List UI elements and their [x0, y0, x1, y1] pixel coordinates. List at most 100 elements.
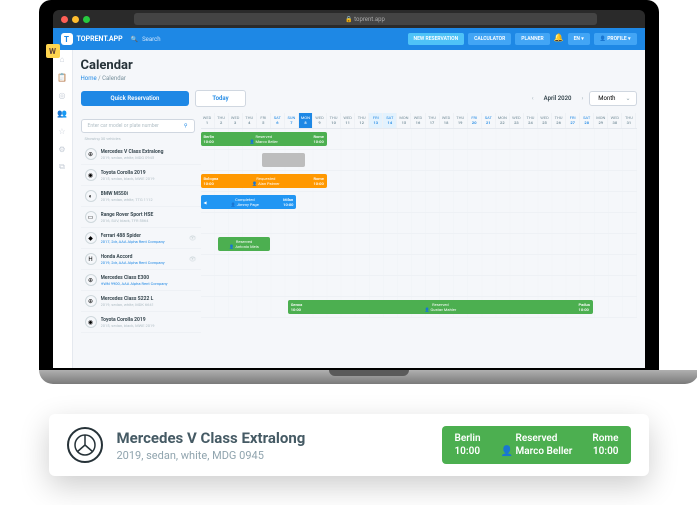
global-search[interactable]: 🔍 Search: [131, 36, 251, 43]
vehicle-meta: 2016, SUV, black, TFR 5864: [101, 218, 197, 223]
calendar-day[interactable]: WED23: [510, 113, 524, 128]
calendar-day[interactable]: WED9: [313, 113, 327, 128]
next-month-icon[interactable]: ›: [581, 95, 583, 102]
prev-month-icon[interactable]: ‹: [532, 95, 534, 102]
calendar-day[interactable]: MON29: [594, 113, 608, 128]
reservation-bar[interactable]: ◀Completed👤 Jimmy PageMilan10:00: [201, 195, 297, 209]
sidebar-gear-icon[interactable]: ⚙: [57, 144, 67, 154]
calendar-day[interactable]: WED30: [608, 113, 622, 128]
calendar-row[interactable]: [201, 213, 637, 234]
calendar-row[interactable]: Reserved👤 Antonio Meis: [201, 234, 637, 255]
calendar-day[interactable]: FRI27: [566, 113, 580, 128]
vehicle-row[interactable]: ⊕Mercedes Class S222 L2019, sedan, white…: [81, 291, 201, 312]
view-select[interactable]: Month: [589, 91, 636, 106]
window-maximize-icon[interactable]: [83, 16, 90, 23]
detail-vehicle-name: Mercedes V Class Extralong: [117, 429, 429, 447]
vehicle-row[interactable]: ◉Toyota Corolla 20192015, sedan, black, …: [81, 312, 201, 333]
calendar-row[interactable]: Berlin10:00Reserved👤 Marco BellerRome10:…: [201, 129, 637, 150]
calendar-day[interactable]: SAT14: [383, 113, 397, 128]
reservation-bar[interactable]: Reserved👤 Antonio Meis: [218, 237, 270, 251]
language-select[interactable]: EN ▾: [568, 33, 590, 45]
url-bar[interactable]: 🔒 toprent.app: [134, 13, 597, 25]
calendar-day[interactable]: THU31: [622, 113, 636, 128]
sidebar-clipboard-icon[interactable]: 📋: [57, 72, 67, 82]
window-minimize-icon[interactable]: [72, 16, 79, 23]
vehicle-row[interactable]: ◆Ferrari 488 Spider2017, 2dr, AAA Alpha …: [81, 228, 201, 249]
sidebar-steering-icon[interactable]: ◎: [57, 90, 67, 100]
window-close-icon[interactable]: [61, 16, 68, 23]
reservation-bar[interactable]: [262, 153, 306, 167]
breadcrumb: Home / Calendar: [81, 75, 637, 82]
laptop-base: [39, 370, 697, 384]
calendar-day[interactable]: SAT21: [482, 113, 496, 128]
calendar-day[interactable]: THU4: [243, 113, 257, 128]
calendar-day[interactable]: MON22: [496, 113, 510, 128]
vehicle-meta: HWN 9900, AAA Alpha Rent Company: [101, 281, 197, 286]
reservation-bar[interactable]: Genoa10:00Reserved👤 Gustav MahlerPadua10…: [288, 300, 593, 314]
calendar-day[interactable]: FRI20: [468, 113, 482, 128]
brand-logo-icon: H: [85, 253, 97, 265]
calendar-day[interactable]: SAT6: [271, 113, 285, 128]
mercedes-logo-icon: [67, 427, 103, 463]
calculator-button[interactable]: CALCULATOR: [468, 33, 511, 45]
brand-logo-icon: ▭: [85, 211, 97, 223]
calendar-day[interactable]: WED11: [341, 113, 355, 128]
calendar-row[interactable]: Genoa10:00Reserved👤 Gustav MahlerPadua10…: [201, 297, 637, 318]
calendar-day[interactable]: THU2: [215, 113, 229, 128]
filter-icon[interactable]: ⚲: [184, 123, 188, 129]
reservation-bar[interactable]: Berlin10:00Reserved👤 Marco BellerRome10:…: [201, 132, 327, 146]
calendar-day[interactable]: THU12: [355, 113, 369, 128]
calendar-day[interactable]: FRI13: [369, 113, 383, 128]
calendar-day[interactable]: MON15: [397, 113, 411, 128]
app-logo[interactable]: T TOPRENT.APP: [61, 33, 123, 45]
vehicle-row[interactable]: ◉Toyota Corolla 20192015, sedan, black, …: [81, 165, 201, 186]
browser-chrome: 🔒 toprent.app: [53, 10, 645, 28]
calendar-day[interactable]: FRI5: [257, 113, 271, 128]
calendar-day[interactable]: SAT28: [580, 113, 594, 128]
calendar-day[interactable]: THU24: [524, 113, 538, 128]
calendar-day[interactable]: THU17: [426, 113, 440, 128]
calendar-row[interactable]: Bologna10:00Requested👤 Alan PalmerRome10…: [201, 171, 637, 192]
vehicle-row[interactable]: HHonda Accord2019, 2dr, AAA Alpha Rent C…: [81, 249, 201, 270]
profile-menu[interactable]: 👤 PROFILE ▾: [594, 33, 637, 45]
calendar-day[interactable]: THU10: [327, 113, 341, 128]
sidebar-star-icon[interactable]: ☆: [57, 126, 67, 136]
vehicle-count: Showing 30 vehicles: [85, 136, 201, 141]
visibility-icon[interactable]: 👁: [189, 256, 197, 263]
calendar-day[interactable]: MON8: [299, 113, 313, 128]
visibility-icon[interactable]: 👁: [189, 235, 197, 242]
sidebar-users-icon[interactable]: 👥: [57, 108, 67, 118]
calendar-day[interactable]: WED3: [229, 113, 243, 128]
vehicle-search-input[interactable]: Enter car model or plate number ⚲: [81, 119, 195, 133]
reservation-bar[interactable]: Bologna10:00Requested👤 Alan PalmerRome10…: [201, 174, 327, 188]
notifications-icon[interactable]: 🔔: [554, 33, 564, 45]
calendar-day[interactable]: WED25: [538, 113, 552, 128]
calendar-day[interactable]: SUN7: [285, 113, 299, 128]
calendar-row[interactable]: [201, 255, 637, 276]
calendar-day[interactable]: WED18: [440, 113, 454, 128]
calendar-row[interactable]: [201, 150, 637, 171]
calendar-day[interactable]: WED1: [201, 113, 215, 128]
detail-reservation-bar[interactable]: Berlin 10:00 Reserved 👤 Marco Beller Rom…: [442, 426, 630, 464]
vehicle-row[interactable]: ◐BMW M550i2019, sedan, white, TTG 1112: [81, 186, 201, 207]
search-icon: 🔍: [131, 36, 138, 43]
vehicle-row[interactable]: ⊕Mercedes V Class Extralong2019, sedan, …: [81, 144, 201, 165]
brand-logo-icon: ◐: [85, 190, 97, 202]
quick-reservation-button[interactable]: Quick Reservation: [81, 91, 190, 106]
sidebar-copy-icon[interactable]: ⧉: [57, 162, 67, 172]
vehicle-row[interactable]: ⊕Mercedes Class E300HWN 9900, AAA Alpha …: [81, 270, 201, 291]
workspace-badge[interactable]: W: [53, 44, 60, 58]
vehicle-meta: 2015, sedan, black, MWE 2019: [101, 176, 197, 181]
calendar-row[interactable]: ◀Completed👤 Jimmy PageMilan10:00: [201, 192, 637, 213]
calendar-day[interactable]: THU19: [454, 113, 468, 128]
planner-button[interactable]: PLANNER: [515, 33, 549, 45]
calendar-day[interactable]: WED16: [411, 113, 425, 128]
vehicle-meta: 2017, 2dr, AAA Alpha Rent Company: [101, 239, 185, 244]
breadcrumb-home[interactable]: Home: [81, 75, 97, 82]
vehicle-row[interactable]: ▭Range Rover Sport HSE2016, SUV, black, …: [81, 207, 201, 228]
calendar-day[interactable]: THU26: [552, 113, 566, 128]
vehicle-meta: 2015, sedan, black, MWE 2019: [101, 323, 197, 328]
new-reservation-button[interactable]: NEW RESERVATION: [408, 33, 465, 45]
today-button[interactable]: Today: [195, 90, 245, 107]
calendar-row[interactable]: [201, 276, 637, 297]
